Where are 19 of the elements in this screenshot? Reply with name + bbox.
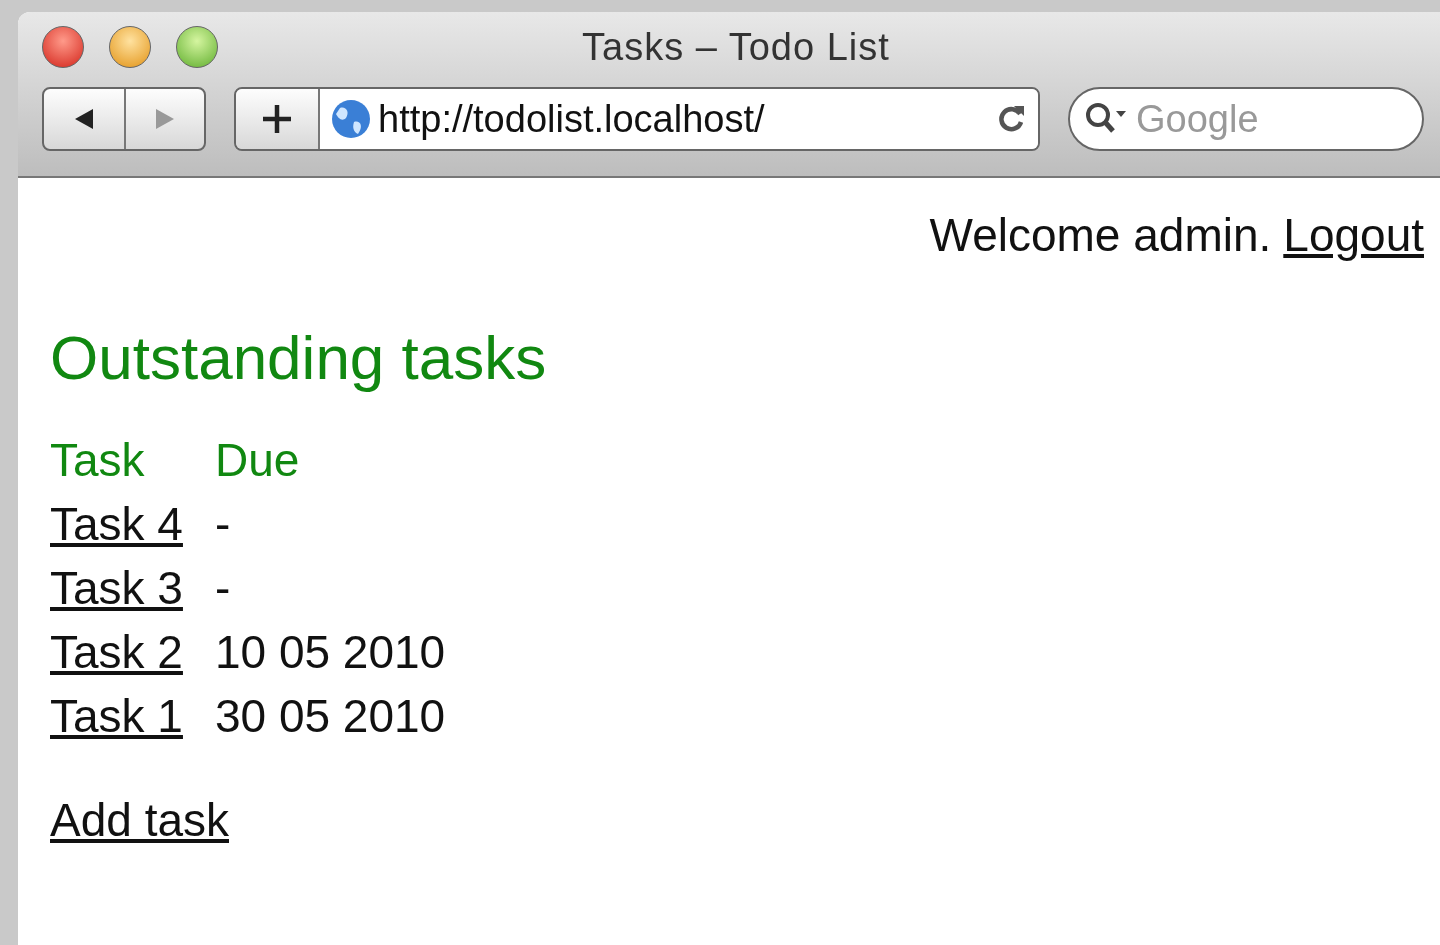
close-button[interactable] (42, 26, 84, 68)
page-heading: Outstanding tasks (50, 322, 548, 393)
logout-link[interactable]: Logout (1283, 208, 1424, 262)
due-date: - (214, 562, 231, 614)
due-date: - (214, 498, 231, 550)
search-field[interactable]: Google (1068, 87, 1424, 151)
zoom-button[interactable] (176, 26, 218, 68)
task-link[interactable]: Task 4 (50, 498, 183, 550)
column-header: Due (214, 434, 300, 486)
task-link[interactable]: Task 3 (50, 562, 183, 614)
due-date: 10 05 2010 (214, 626, 446, 678)
add-task-link[interactable]: Add task (50, 793, 229, 847)
due-date: 30 05 2010 (214, 690, 446, 742)
welcome-text: Welcome admin. (929, 208, 1272, 262)
task-link[interactable]: Task 2 (50, 626, 183, 678)
window-title: Tasks – Todo List (582, 25, 890, 69)
column-header: Task (50, 434, 145, 486)
minimize-button[interactable] (109, 26, 151, 68)
task-link[interactable]: Task 1 (50, 690, 183, 742)
